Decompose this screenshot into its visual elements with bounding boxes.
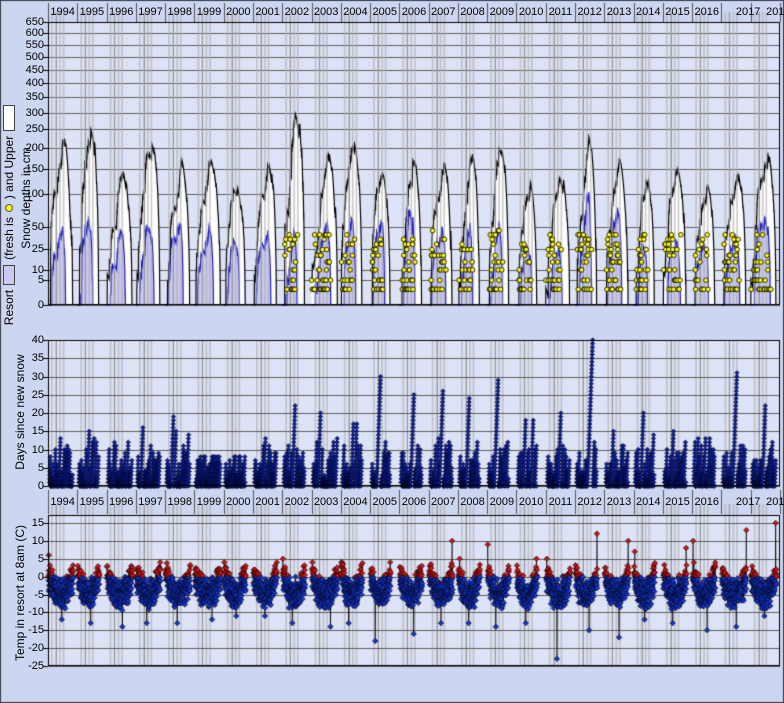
snow-history-chart: Resort (fresh is ) and Upper Snow depths…	[0, 0, 784, 703]
snow-history-chart-canvas	[0, 0, 784, 703]
